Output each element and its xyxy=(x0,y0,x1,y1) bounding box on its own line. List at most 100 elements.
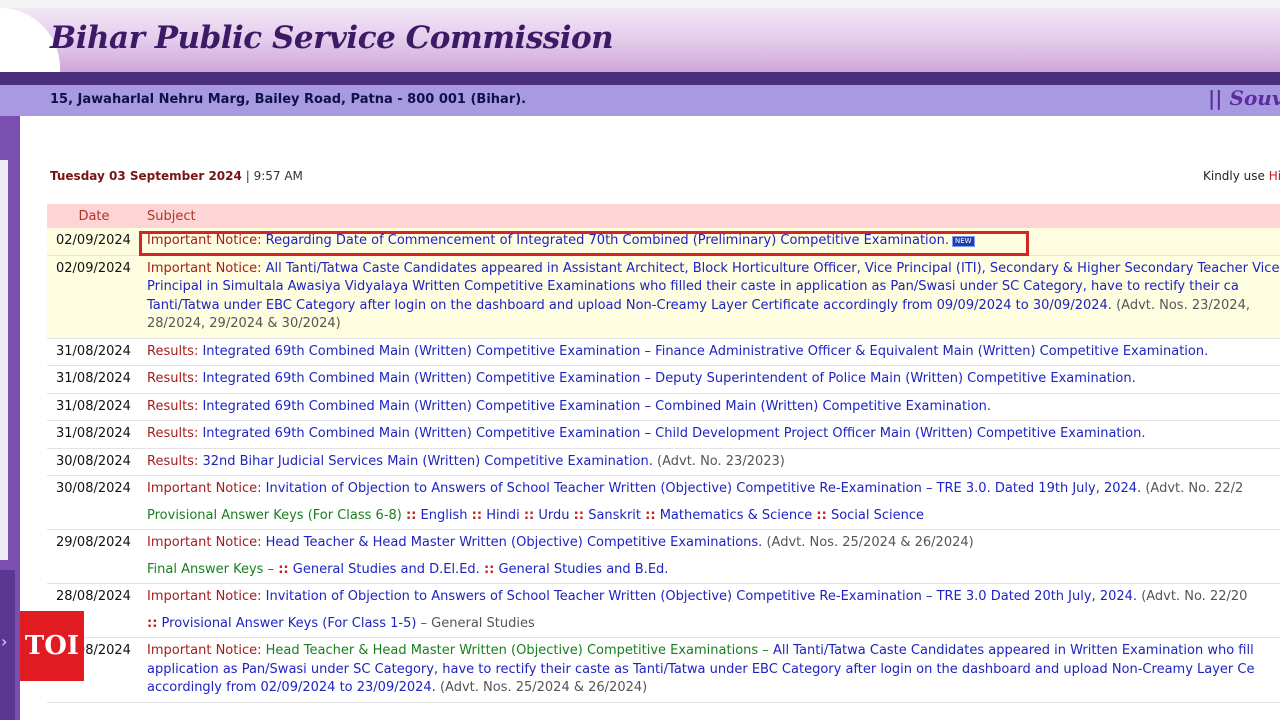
result-link[interactable]: Integrated 69th Combined Main (Written) … xyxy=(202,344,1208,359)
row-category: Important Notice: xyxy=(147,481,262,496)
row-date: 29/08/2024 xyxy=(56,535,131,550)
answer-key-link-class-1-5[interactable]: Provisional Answer Keys (For Class 1-5) xyxy=(162,616,417,631)
link-separator: :: xyxy=(147,615,158,631)
row-date: 30/08/2024 xyxy=(47,448,141,476)
row-date: 02/09/2024 xyxy=(47,228,141,256)
current-date: Tuesday 03 September 2024 xyxy=(50,169,242,183)
language-hint: Kindly use Hin xyxy=(1203,169,1280,183)
row-date: 31/08/2024 xyxy=(47,338,141,366)
notice-link[interactable]: Invitation of Objection to Answers of Sc… xyxy=(266,589,1137,604)
row-subject: Important Notice: Invitation of Objectio… xyxy=(141,584,1280,611)
link-separator: :: xyxy=(406,507,417,523)
answer-key-link-maths-science[interactable]: Mathematics & Science xyxy=(660,508,813,523)
date-time-line: Tuesday 03 September 2024 | 9:57 AM xyxy=(50,169,303,183)
advt-number: (Advt. No. 23/2023) xyxy=(657,453,785,469)
answer-key-link-social-science[interactable]: Social Science xyxy=(831,508,924,523)
answer-key-link-gs-bed[interactable]: General Studies and B.Ed. xyxy=(498,562,668,577)
highlight-box xyxy=(139,231,1029,256)
site-title[interactable]: Bihar Public Service Commission xyxy=(50,20,614,56)
table-row: 28/08/2024 Important Notice: Invitation … xyxy=(47,584,1280,611)
notice-link-green[interactable]: Head Teacher & Head Master Written (Obje… xyxy=(266,643,769,658)
date-separator: | xyxy=(245,169,250,183)
row-category: Important Notice: xyxy=(147,260,262,276)
link-separator: :: xyxy=(278,561,289,577)
table-row: 02/09/2024 Important Notice: All Tanti/T… xyxy=(47,255,1280,339)
row-subject: Results: Integrated 69th Combined Main (… xyxy=(141,393,1280,421)
table-row: 28/08/2024 Important Notice: Head Teache… xyxy=(47,637,1280,703)
link-separator: :: xyxy=(483,561,495,577)
row-subject: Important Notice: Invitation of Objectio… xyxy=(141,476,1280,503)
page: Bihar Public Service Commission 15, Jawa… xyxy=(0,0,1280,720)
result-link[interactable]: 32nd Bihar Judicial Services Main (Writt… xyxy=(202,454,652,469)
row-category: Results: xyxy=(147,453,199,469)
answer-key-link-gs-deled[interactable]: General Studies and D.El.Ed. xyxy=(293,562,480,577)
link-separator: :: xyxy=(471,507,483,523)
table-subrow: Final Answer Keys – :: General Studies a… xyxy=(47,556,1280,584)
row-subject: Results: Integrated 69th Combined Main (… xyxy=(141,420,1280,449)
row-category: Results: xyxy=(147,398,199,414)
row-date: 28/08/2024 xyxy=(56,589,131,604)
row-category: Important Notice: xyxy=(147,643,262,658)
row-category: Results: xyxy=(147,371,199,386)
table-row: 31/08/2024 Results: Integrated 69th Comb… xyxy=(47,338,1280,366)
table-row: 31/08/2024 Results: Integrated 69th Comb… xyxy=(47,420,1280,449)
answer-key-subject: – General Studies xyxy=(420,615,535,631)
table-subrow: :: Provisional Answer Keys (For Class 1-… xyxy=(47,610,1280,638)
toi-watermark-logo: TOI xyxy=(20,611,84,681)
answer-keys-line: :: Provisional Answer Keys (For Class 1-… xyxy=(141,610,1280,638)
souvenir-link[interactable]: || Souve xyxy=(1208,86,1280,110)
result-link[interactable]: Integrated 69th Combined Main (Written) … xyxy=(202,371,1135,386)
row-subject: Results: Integrated 69th Combined Main (… xyxy=(141,338,1280,366)
answer-key-link-sanskrit[interactable]: Sanskrit xyxy=(588,508,641,523)
row-category: Results: xyxy=(147,343,199,359)
column-header-subject: Subject xyxy=(141,204,1280,228)
side-arrow-icon[interactable]: › xyxy=(1,632,7,651)
table-row: 30/08/2024 Important Notice: Invitation … xyxy=(47,476,1280,503)
table-header-row: Date Subject xyxy=(47,204,1280,228)
row-category: Results: xyxy=(147,426,199,441)
answer-key-link-urdu[interactable]: Urdu xyxy=(538,508,569,523)
answer-key-link-english[interactable]: English xyxy=(421,508,468,523)
row-category: Important Notice: xyxy=(147,589,262,604)
notice-link[interactable]: All Tanti/Tatwa Caste Candidates appeare… xyxy=(147,261,1279,313)
answer-keys-label: Final Answer Keys – xyxy=(147,561,275,577)
row-date: 02/09/2024 xyxy=(47,255,141,339)
answer-keys-line: Final Answer Keys – :: General Studies a… xyxy=(141,556,1280,584)
notice-table: Date Subject 02/09/2024 Important Notice… xyxy=(47,204,1280,703)
table-subrow: Provisional Answer Keys (For Class 6-8) … xyxy=(47,502,1280,530)
table-row: 29/08/2024 Important Notice: Head Teache… xyxy=(47,530,1280,557)
kindly-text: Kindly use xyxy=(1203,169,1265,183)
link-separator: :: xyxy=(573,507,585,523)
row-category: Important Notice: xyxy=(147,535,262,550)
answer-keys-line: Provisional Answer Keys (For Class 6-8) … xyxy=(141,502,1280,530)
header-divider xyxy=(0,72,1280,85)
row-subject: Results: Integrated 69th Combined Main (… xyxy=(141,365,1280,394)
notice-link[interactable]: Invitation of Objection to Answers of Sc… xyxy=(266,481,1142,496)
hindi-link[interactable]: Hin xyxy=(1269,169,1280,183)
link-separator: :: xyxy=(523,507,535,523)
answer-keys-label: Provisional Answer Keys (For Class 6-8) xyxy=(147,507,402,523)
advt-number: (Advt. Nos. 25/2024 & 26/2024) xyxy=(439,680,648,695)
table-row: 31/08/2024 Results: Integrated 69th Comb… xyxy=(47,365,1280,394)
advt-number: (Advt. Nos. 25/2024 & 26/2024) xyxy=(766,535,974,550)
result-link[interactable]: Integrated 69th Combined Main (Written) … xyxy=(202,399,991,414)
answer-key-link-hindi[interactable]: Hindi xyxy=(486,508,520,523)
row-date: 30/08/2024 xyxy=(56,481,131,496)
table-row: 31/08/2024 Results: Integrated 69th Comb… xyxy=(47,393,1280,421)
link-separator: :: xyxy=(816,507,827,523)
result-link[interactable]: Integrated 69th Combined Main (Written) … xyxy=(202,426,1145,441)
row-date: 31/08/2024 xyxy=(47,365,141,394)
notice-link[interactable]: Head Teacher & Head Master Written (Obje… xyxy=(266,535,763,550)
row-subject: Important Notice: Head Teacher & Head Ma… xyxy=(141,637,1280,703)
link-separator: :: xyxy=(645,507,656,523)
row-date: 31/08/2024 xyxy=(47,420,141,449)
advt-number: (Advt. No. 22/20 xyxy=(1141,589,1248,604)
row-subject: Important Notice: Head Teacher & Head Ma… xyxy=(141,530,1280,557)
row-subject: Important Notice: All Tanti/Tatwa Caste … xyxy=(141,255,1280,339)
row-date-empty xyxy=(47,556,141,584)
row-date-empty xyxy=(47,502,141,530)
browser-top-strip xyxy=(0,0,1280,8)
current-time: 9:57 AM xyxy=(253,169,303,183)
advt-number: (Advt. No. 22/2 xyxy=(1145,481,1244,496)
address-text: 15, Jawaharlal Nehru Marg, Bailey Road, … xyxy=(50,92,527,107)
